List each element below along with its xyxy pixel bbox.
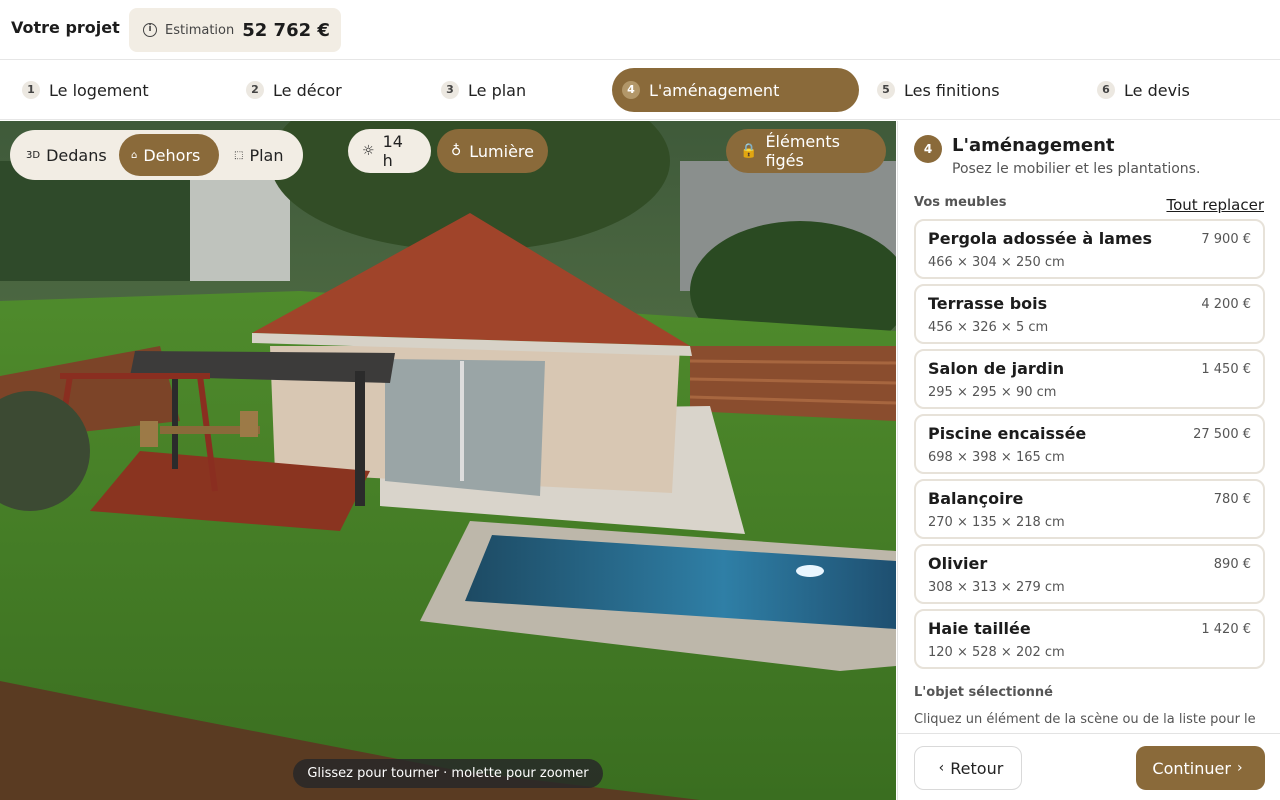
panel-title: L'aménagement — [952, 135, 1115, 156]
view-dedans-button[interactable]: 3D Dedans — [14, 134, 119, 176]
panel-subtitle: Posez le mobilier et les plantations. — [952, 161, 1201, 177]
furniture-item[interactable]: Piscine encaissée 27 500 € 698 × 398 × 1… — [914, 414, 1265, 474]
view-label: Plan — [249, 145, 284, 165]
home-icon: ⌂ — [131, 149, 138, 161]
furniture-item[interactable]: Terrasse bois 4 200 € 456 × 326 × 5 cm — [914, 284, 1265, 344]
side-panel: 4 L'aménagement Posez le mobilier et les… — [897, 121, 1280, 800]
step-devis[interactable]: 6 Le devis — [1087, 68, 1190, 112]
panel-footer: ‹ Retour Continuer › — [898, 733, 1280, 800]
estimate-label: Estimation — [165, 22, 235, 38]
view-label: Dehors — [143, 145, 201, 165]
item-price: 1 450 € — [1201, 362, 1251, 377]
item-dimensions: 120 × 528 × 202 cm — [928, 645, 1065, 660]
step-number: 2 — [246, 81, 264, 99]
top-bar: Votre projet i Estimation 52 762 € — [0, 0, 1280, 60]
item-dimensions: 466 × 304 × 250 cm — [928, 255, 1065, 270]
plan-icon: ⬚ — [234, 149, 244, 161]
furniture-section-label: Vos meubles — [914, 195, 1007, 210]
item-name: Terrasse bois — [928, 294, 1048, 313]
time-label: 14 h — [382, 132, 403, 170]
time-of-day-button[interactable]: ☼ 14 h — [348, 129, 431, 173]
item-dimensions: 698 × 398 × 165 cm — [928, 450, 1065, 465]
step-amenagement[interactable]: 4 L'aménagement — [612, 68, 859, 112]
light-button[interactable]: ♁ Lumière — [437, 129, 548, 173]
step-label: Le devis — [1124, 80, 1190, 100]
estimate-value: 52 762 € — [242, 19, 330, 41]
step-label: L'aménagement — [649, 80, 780, 100]
item-name: Olivier — [928, 554, 988, 573]
view-mode-toggle: 3D Dedans ⌂ Dehors ⬚ Plan — [10, 130, 303, 180]
item-price: 890 € — [1213, 557, 1251, 572]
frozen-label: Éléments figés — [765, 132, 841, 170]
info-icon: i — [143, 23, 157, 37]
step-badge: 4 — [914, 135, 942, 163]
item-dimensions: 270 × 135 × 218 cm — [928, 515, 1065, 530]
chevron-right-icon: › — [1236, 760, 1243, 776]
item-name: Pergola adossée à lames — [928, 229, 1153, 248]
item-price: 7 900 € — [1201, 232, 1251, 247]
replace-all-link[interactable]: Tout replacer — [1166, 196, 1264, 214]
continue-label: Continuer — [1152, 758, 1231, 778]
view-dehors-button[interactable]: ⌂ Dehors — [119, 134, 219, 176]
item-name: Balançoire — [928, 489, 1024, 508]
furniture-item[interactable]: Salon de jardin 1 450 € 295 × 295 × 90 c… — [914, 349, 1265, 409]
step-decor[interactable]: 2 Le décor — [236, 68, 342, 112]
scene-render — [0, 121, 896, 800]
item-price: 4 200 € — [1201, 297, 1251, 312]
step-number: 6 — [1097, 81, 1115, 99]
back-label: Retour — [950, 758, 1004, 778]
estimate-chip[interactable]: i Estimation 52 762 € — [129, 8, 341, 52]
item-dimensions: 295 × 295 × 90 cm — [928, 385, 1057, 400]
item-price: 780 € — [1213, 492, 1251, 507]
item-name: Salon de jardin — [928, 359, 1065, 378]
item-dimensions: 308 × 313 × 279 cm — [928, 580, 1065, 595]
lock-icon: 🔒 — [740, 143, 758, 159]
sun-icon: ☼ — [362, 143, 375, 159]
item-dimensions: 456 × 326 × 5 cm — [928, 320, 1049, 335]
3d-icon: 3D — [26, 149, 41, 161]
step-number: 1 — [22, 81, 40, 99]
step-plan[interactable]: 3 Le plan — [431, 68, 526, 112]
step-number: 4 — [622, 81, 640, 99]
back-button[interactable]: ‹ Retour — [914, 746, 1022, 790]
item-name: Piscine encaissée — [928, 424, 1087, 443]
furniture-item[interactable]: Haie taillée 1 420 € 120 × 528 × 202 cm — [914, 609, 1265, 669]
selected-object-hint: Cliquez un élément de la scène ou de la … — [914, 712, 1256, 727]
step-logement[interactable]: 1 Le logement — [12, 68, 149, 112]
step-number: 5 — [877, 81, 895, 99]
step-number: 3 — [441, 81, 459, 99]
step-label: Les finitions — [904, 80, 1000, 100]
light-label: Lumière — [469, 141, 534, 161]
chevron-left-icon: ‹ — [938, 760, 945, 776]
step-label: Le décor — [273, 80, 342, 100]
furniture-item[interactable]: Olivier 890 € 308 × 313 × 279 cm — [914, 544, 1265, 604]
step-navigation: 1 Le logement 2 Le décor 3 Le plan 4 L'a… — [0, 61, 1280, 120]
step-label: Le plan — [468, 80, 527, 100]
step-finitions[interactable]: 5 Les finitions — [867, 68, 1000, 112]
navigation-hint: Glissez pour tourner · molette pour zoom… — [293, 759, 603, 788]
view-plan-button[interactable]: ⬚ Plan — [222, 134, 296, 176]
selected-object-label: L'objet sélectionné — [914, 685, 1053, 700]
bulb-icon: ♁ — [451, 143, 462, 159]
project-title: Votre projet — [11, 18, 120, 37]
item-name: Haie taillée — [928, 619, 1031, 638]
furniture-list: Pergola adossée à lames 7 900 € 466 × 30… — [914, 219, 1265, 674]
step-label: Le logement — [49, 80, 149, 100]
view-label: Dedans — [46, 145, 107, 165]
furniture-item[interactable]: Pergola adossée à lames 7 900 € 466 × 30… — [914, 219, 1265, 279]
continue-button[interactable]: Continuer › — [1136, 746, 1265, 790]
furniture-item[interactable]: Balançoire 780 € 270 × 135 × 218 cm — [914, 479, 1265, 539]
scene-viewport[interactable] — [0, 121, 896, 800]
item-price: 1 420 € — [1201, 622, 1251, 637]
frozen-elements-button[interactable]: 🔒 Éléments figés — [726, 129, 886, 173]
item-price: 27 500 € — [1193, 427, 1251, 442]
